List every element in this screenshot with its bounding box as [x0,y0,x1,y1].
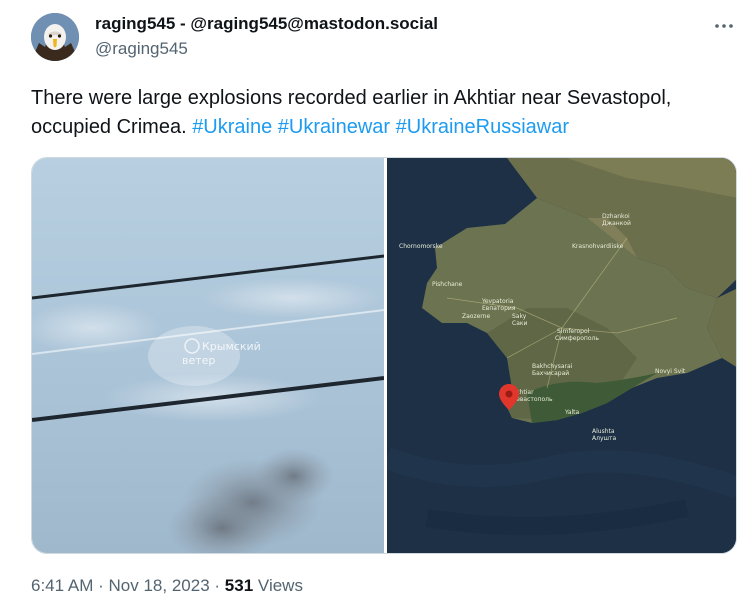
meta-separator-1: · [98,576,104,595]
map-label-chornomorske: Chornomorske [399,243,443,250]
crimea-map[interactable]: Yevpatoria Евпатория Simferopol Симфероп… [383,158,736,553]
media-grid: Крымский ветер Yevpatoria Евпатория Simf… [31,157,737,554]
watermark-line-2: ветер [182,354,215,367]
hashtag-ukrainerussiawar[interactable]: #UkraineRussiawar [396,116,569,138]
map-label-evpatoria-ru: Евпатория [482,305,516,312]
map-label-dzhankoi: Dzhankoi [602,213,630,220]
user-handle[interactable]: @raging545 [95,39,188,59]
more-icon [715,24,733,28]
sky-photo-image: Крымский ветер [32,158,385,553]
hashtag-ukrainewar[interactable]: #Ukrainewar [278,116,390,138]
display-name[interactable]: raging545 - @raging545@mastodon.social [95,14,438,34]
map-label-bakhchysarai-ru: Бахчисарай [532,370,569,377]
map-label-krasnohvardiiske: Krasnohvardiiske [572,243,624,250]
map-label-dzhankoi-ru: Джанкой [602,220,631,227]
hashtag-ukraine[interactable]: #Ukraine [192,116,272,138]
eagle-avatar-icon [31,13,79,61]
more-options-button[interactable] [712,14,736,38]
watermark-line-1: Крымский [202,340,261,353]
views-count[interactable]: 531 [225,576,253,595]
post-time[interactable]: 6:41 AM [31,576,93,595]
views-label: Views [257,576,303,595]
map-label-alushta: Alushta [592,428,615,435]
map-label-alushta-ru: Алушта [592,435,616,442]
map-label-simferopol: Simferopol [557,328,590,335]
post-metadata: 6:41 AM · Nov 18, 2023 · 531 Views [31,576,303,596]
map-label-novyi-svit: Novyi Svit [655,368,686,375]
map-label-zaozerne: Zaozerne [462,313,490,320]
map-label-evpatoria: Yevpatoria [481,298,514,305]
map-label-yalta: Yalta [564,409,580,416]
map-label-simferopol-ru: Симферополь [555,335,599,342]
map-label-saky: Saky [512,313,527,320]
avatar[interactable] [31,13,79,61]
post-text: There were large explosions recorded ear… [31,84,731,142]
map-label-bakhchysarai: Bakhchysarai [532,363,573,370]
map-label-saky-ru: Саки [512,320,527,327]
meta-separator-2: · [214,576,221,595]
post-date[interactable]: Nov 18, 2023 [109,576,210,595]
sky-photo[interactable]: Крымский ветер [32,158,385,553]
crimea-map-image: Yevpatoria Евпатория Simferopol Симфероп… [383,158,736,553]
map-label-pishchane: Pishchane [432,281,463,288]
